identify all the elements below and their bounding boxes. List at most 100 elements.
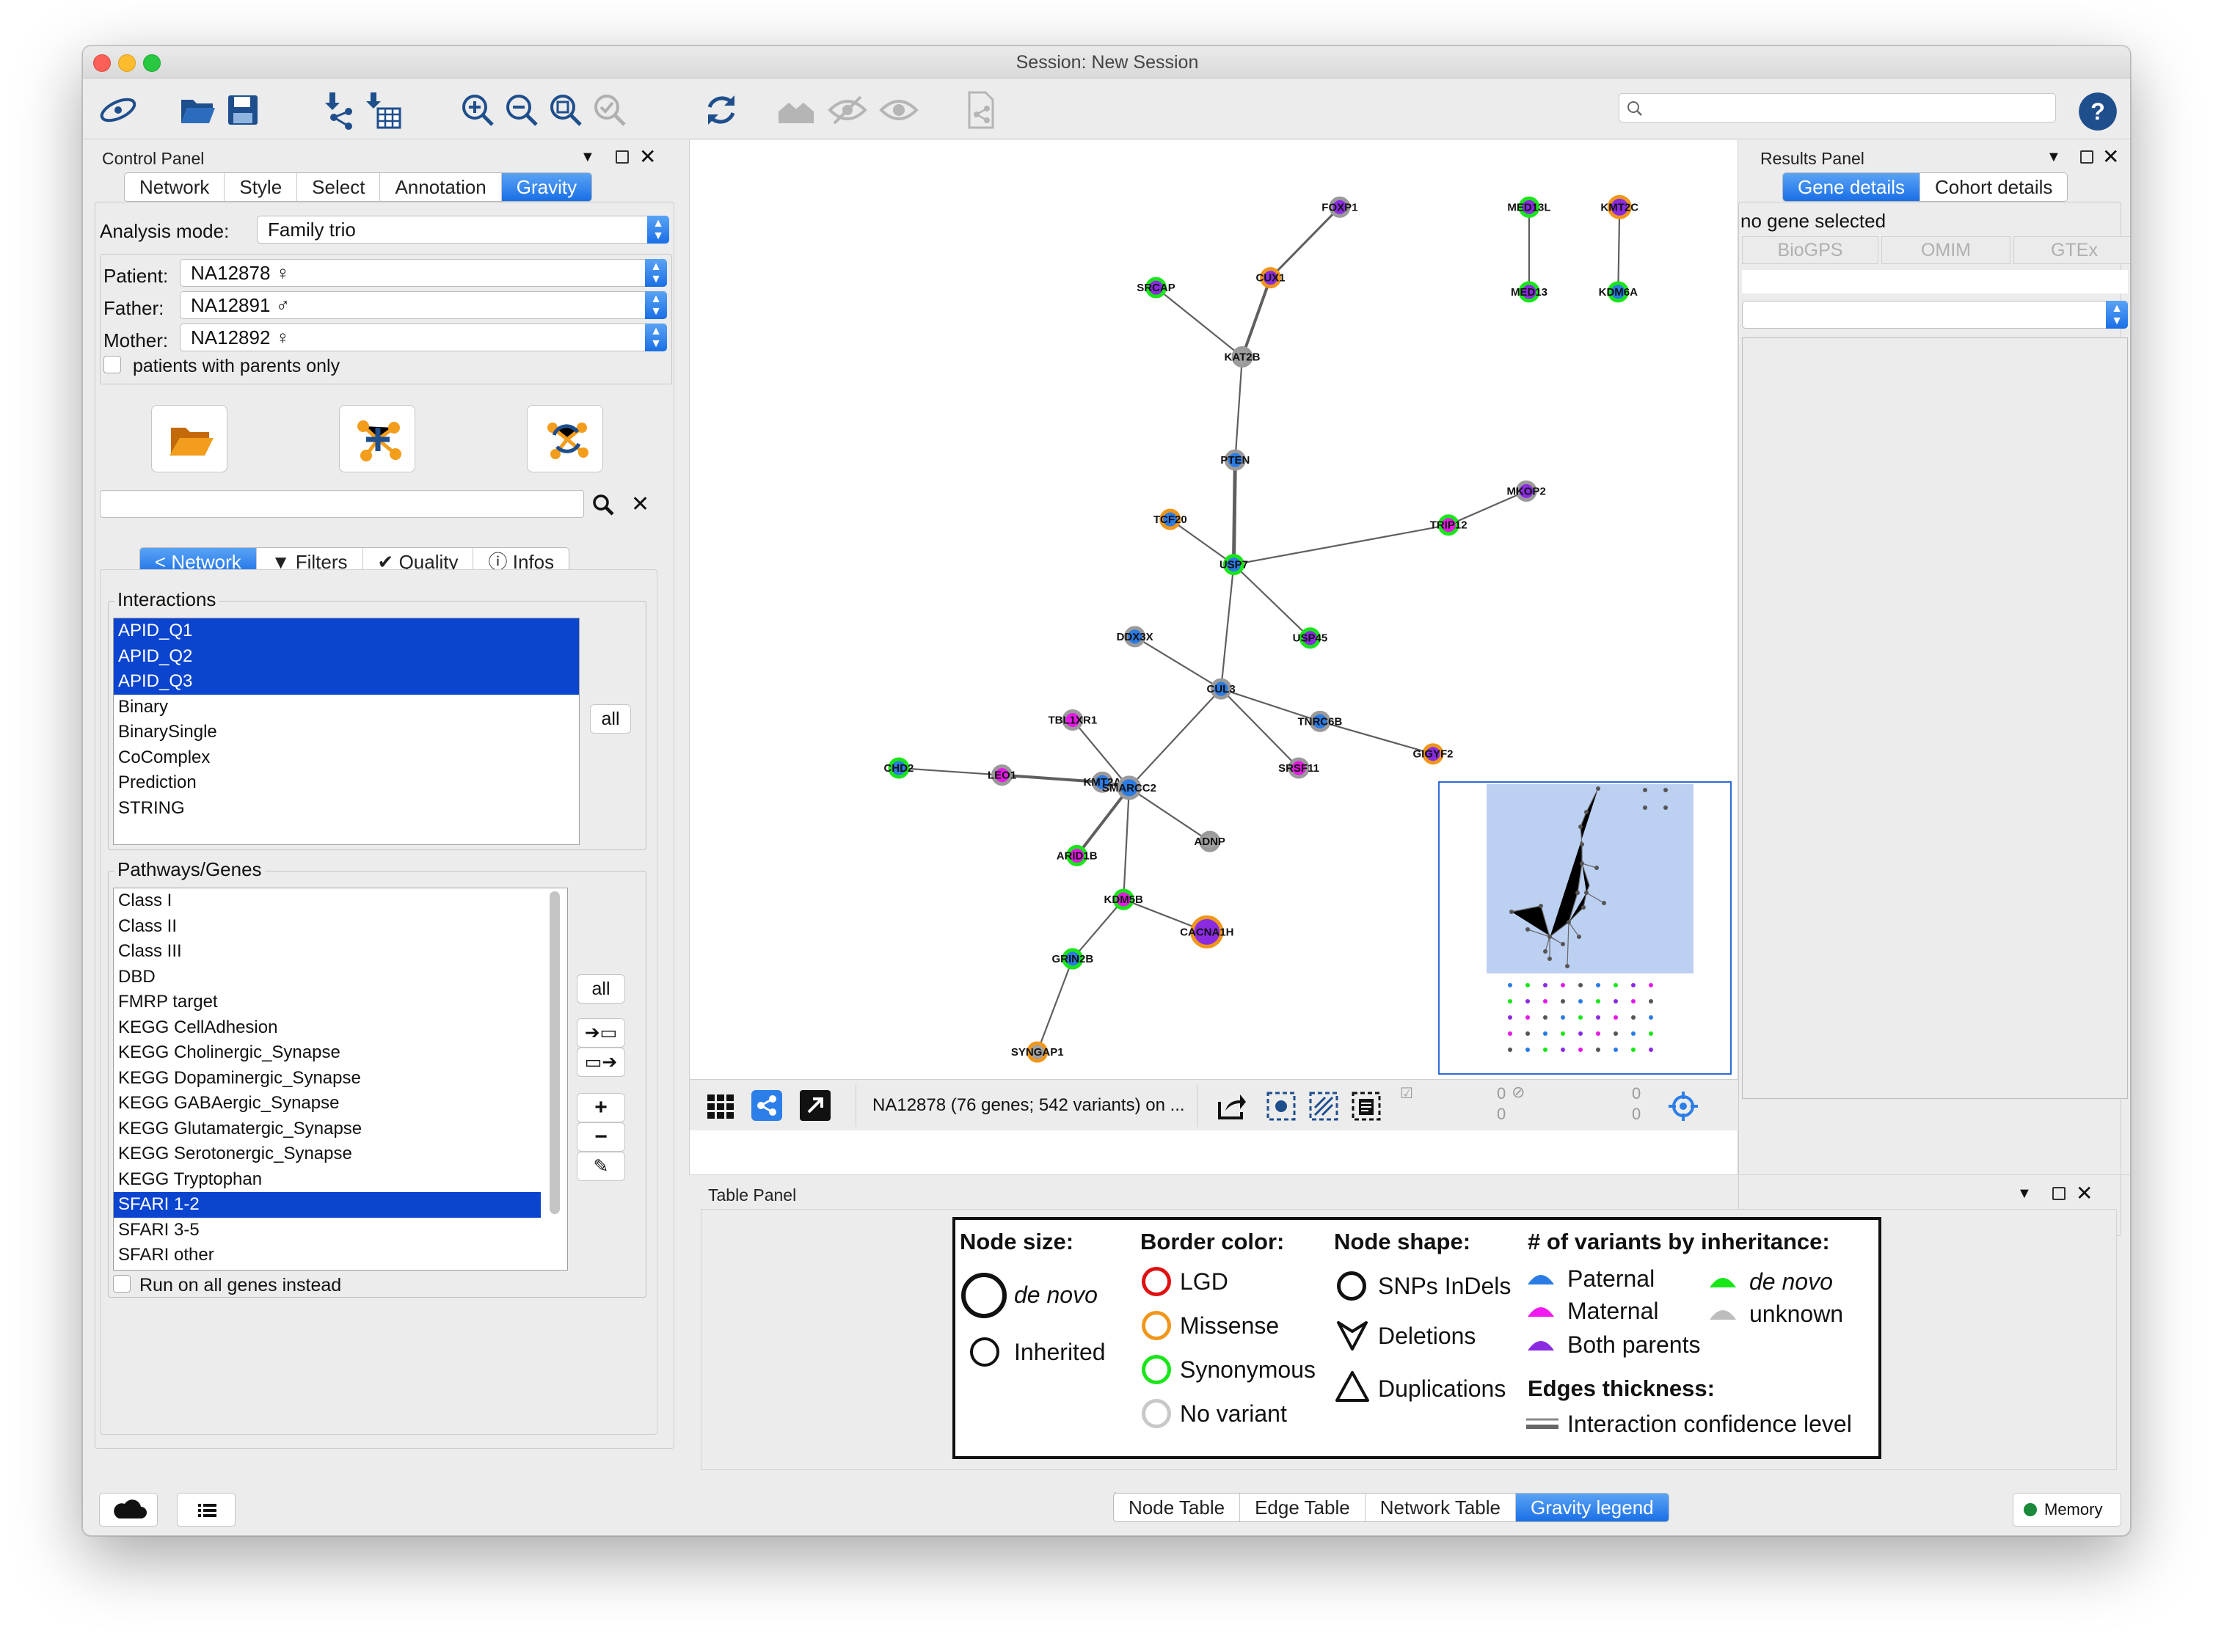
export-icon[interactable] [960, 89, 1002, 131]
gene-variant-select[interactable]: ▲ ▼ [1742, 301, 2128, 329]
panel-menu-icon[interactable]: ▼ [580, 149, 595, 166]
select-edges-icon[interactable] [1308, 1090, 1340, 1126]
network-node[interactable]: FOXP1 [1321, 196, 1357, 218]
task-list-icon[interactable] [177, 1493, 236, 1527]
list-item[interactable]: APID_Q2 [114, 643, 579, 669]
list-item[interactable]: FMRP target [114, 990, 567, 1015]
network-edge[interactable] [1170, 519, 1235, 566]
save-session-icon[interactable] [222, 89, 263, 131]
navigator-icon[interactable] [1667, 1090, 1699, 1126]
network-node[interactable]: CHD2 [884, 757, 914, 779]
detach-view-icon[interactable] [800, 1090, 831, 1121]
network-node[interactable]: CACNA1H [1180, 915, 1234, 949]
list-item[interactable]: BinarySingle [114, 720, 579, 745]
remove-icon[interactable]: − [577, 1122, 625, 1152]
list-item[interactable]: KEGG Dopaminergic_Synapse [114, 1066, 567, 1092]
gtex-button[interactable]: GTEx [2013, 236, 2130, 264]
save-list-icon[interactable]: ➔▭ [577, 1018, 625, 1048]
network-node[interactable]: ARID1B [1057, 844, 1098, 866]
list-item[interactable]: KEGG GABAergic_Synapse [114, 1091, 567, 1116]
close-panel-icon[interactable]: ✕ [639, 145, 656, 169]
network-node[interactable]: SRSF11 [1278, 757, 1319, 779]
close-window-button[interactable] [93, 54, 111, 72]
scrollbar[interactable] [550, 891, 560, 1214]
network-node[interactable]: MED13L [1507, 196, 1551, 218]
network-edge[interactable] [1220, 688, 1299, 769]
tab-network[interactable]: Network [125, 173, 225, 201]
network-edge[interactable] [1269, 206, 1341, 279]
select-all-pathways-button[interactable]: all [577, 974, 625, 1004]
network-node[interactable]: ADNP [1194, 830, 1225, 852]
network-node[interactable]: LEO1 [988, 764, 1016, 786]
run-all-checkbox[interactable] [113, 1275, 131, 1293]
network-node[interactable]: GIGYF2 [1412, 743, 1454, 765]
network-node[interactable]: CUL3 [1207, 678, 1236, 700]
network-edge[interactable] [1072, 899, 1125, 960]
network-node[interactable]: KDM6A [1599, 281, 1638, 303]
refresh-icon[interactable] [701, 89, 742, 131]
network-node[interactable]: TBL1XR1 [1049, 709, 1098, 731]
list-item[interactable]: CoComplex [114, 745, 579, 771]
network-edge[interactable] [1123, 787, 1131, 900]
zoom-fit-icon[interactable] [545, 89, 586, 131]
zoom-in-icon[interactable] [457, 89, 498, 131]
list-item[interactable]: KEGG Tryptophan [114, 1167, 567, 1193]
network-node[interactable]: MKOP2 [1506, 480, 1546, 502]
help-icon[interactable]: ? [2077, 91, 2117, 131]
network-node[interactable]: DDX3X [1117, 626, 1153, 648]
minimize-window-button[interactable] [118, 54, 136, 72]
tab-edge-table[interactable]: Edge Table [1240, 1494, 1366, 1521]
tab-gene-details[interactable]: Gene details [1783, 173, 1920, 201]
network-node[interactable]: GRIN2B [1052, 948, 1094, 970]
float-panel-icon[interactable] [616, 150, 629, 164]
home-icon[interactable] [776, 89, 817, 131]
update-network-button[interactable] [527, 405, 603, 472]
list-item[interactable]: Binary [114, 695, 579, 720]
tab-select[interactable]: Select [297, 173, 381, 201]
clear-search-icon[interactable]: ✕ [631, 491, 649, 517]
network-edge[interactable] [1233, 563, 1311, 639]
hide-icon[interactable] [827, 89, 868, 131]
cytoscape-logo-icon[interactable] [98, 89, 139, 131]
load-list-icon[interactable]: ▭➔ [577, 1048, 625, 1077]
gene-search-input[interactable] [100, 490, 584, 518]
float-panel-icon[interactable] [2080, 150, 2093, 164]
memory-button[interactable]: Memory [2013, 1493, 2121, 1527]
network-node[interactable]: PTEN [1220, 449, 1250, 471]
omim-button[interactable]: OMIM [1881, 236, 2010, 264]
close-panel-icon[interactable]: ✕ [2102, 145, 2119, 169]
list-item[interactable]: SFARI 3-5 [114, 1218, 567, 1243]
zoom-selected-icon[interactable] [589, 89, 630, 131]
network-node[interactable]: USP7 [1219, 554, 1248, 576]
tab-gravity[interactable]: Gravity [501, 173, 592, 201]
network-edge[interactable] [1155, 287, 1243, 358]
tab-gravity-legend[interactable]: Gravity legend [1515, 1494, 1669, 1521]
panel-menu-icon[interactable]: ▼ [2017, 1185, 2032, 1202]
father-select[interactable]: NA12891 ♂ ▲ ▼ [180, 291, 667, 319]
network-edge[interactable] [1076, 786, 1131, 857]
network-node[interactable]: MED13 [1511, 281, 1547, 303]
load-data-button[interactable] [151, 405, 227, 472]
search-input[interactable] [1619, 93, 2056, 123]
add-icon[interactable]: + [577, 1093, 625, 1122]
network-edge[interactable] [1220, 564, 1235, 690]
network-edge[interactable] [1233, 524, 1449, 566]
show-icon[interactable] [878, 89, 919, 131]
build-network-button[interactable] [339, 405, 415, 472]
pathways-list[interactable]: Class I Class II Class III DBD FMRP targ… [113, 888, 568, 1271]
list-item[interactable]: Class II [114, 914, 567, 940]
list-item[interactable]: Prediction [114, 770, 579, 796]
tab-annotation[interactable]: Annotation [380, 173, 502, 201]
list-item[interactable]: Class I [114, 888, 567, 914]
edit-pencil-icon[interactable]: ✎ [577, 1152, 625, 1181]
network-node[interactable]: USP45 [1293, 627, 1328, 649]
list-item[interactable]: APID_Q3 [114, 669, 579, 695]
network-edge[interactable] [1234, 357, 1244, 461]
network-edge[interactable] [1134, 635, 1222, 690]
tab-style[interactable]: Style [225, 173, 298, 201]
search-icon[interactable] [591, 493, 615, 520]
biogps-button[interactable]: BioGPS [1742, 236, 1878, 264]
network-node[interactable]: SRCAP [1137, 277, 1175, 299]
interactions-list[interactable]: APID_Q1 APID_Q2 APID_Q3 Binary BinarySin… [113, 618, 580, 845]
list-item[interactable]: DBD [114, 965, 567, 990]
